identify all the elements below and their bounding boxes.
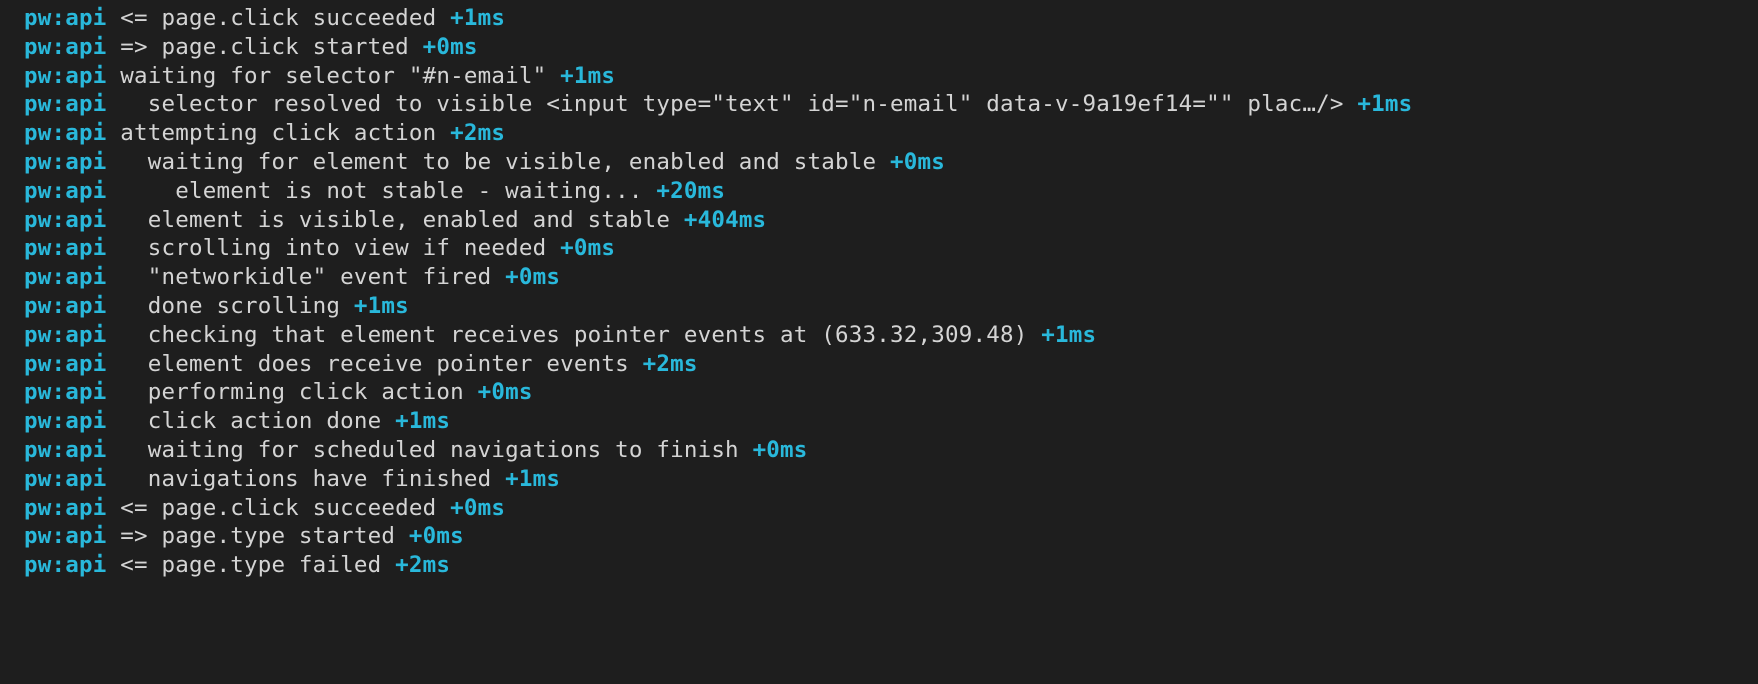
log-timing: +404ms <box>684 207 766 233</box>
log-timing: +0ms <box>450 495 505 521</box>
log-message: attempting click action <box>106 120 450 146</box>
log-message: click action done <box>106 408 395 434</box>
log-line: pw:api waiting for scheduled navigations… <box>24 436 1758 465</box>
log-line: pw:api done scrolling +1ms <box>24 292 1758 321</box>
log-message: done scrolling <box>106 293 353 319</box>
log-line: pw:api <= page.click succeeded +0ms <box>24 494 1758 523</box>
log-prefix: pw:api <box>24 379 106 405</box>
log-timing: +20ms <box>656 178 725 204</box>
log-prefix: pw:api <box>24 523 106 549</box>
log-timing: +0ms <box>478 379 533 405</box>
log-line: pw:api => page.click started +0ms <box>24 33 1758 62</box>
log-line: pw:api element does receive pointer even… <box>24 350 1758 379</box>
log-message: <= page.type failed <box>106 552 395 578</box>
log-prefix: pw:api <box>24 408 106 434</box>
log-prefix: pw:api <box>24 34 106 60</box>
log-prefix: pw:api <box>24 351 106 377</box>
log-timing: +2ms <box>643 351 698 377</box>
log-prefix: pw:api <box>24 552 106 578</box>
log-line: pw:api navigations have finished +1ms <box>24 465 1758 494</box>
log-line: pw:api => page.type started +0ms <box>24 522 1758 551</box>
log-prefix: pw:api <box>24 437 106 463</box>
log-prefix: pw:api <box>24 466 106 492</box>
log-line: pw:api <= page.type failed +2ms <box>24 551 1758 580</box>
log-message: waiting for scheduled navigations to fin… <box>106 437 752 463</box>
log-line: pw:api "networkidle" event fired +0ms <box>24 263 1758 292</box>
log-line: pw:api element is visible, enabled and s… <box>24 206 1758 235</box>
log-line: pw:api checking that element receives po… <box>24 321 1758 350</box>
log-message: scrolling into view if needed <box>106 235 560 261</box>
log-line: pw:api element is not stable - waiting..… <box>24 177 1758 206</box>
log-timing: +0ms <box>409 523 464 549</box>
log-message: element is not stable - waiting... <box>106 178 656 204</box>
log-line: pw:api attempting click action +2ms <box>24 119 1758 148</box>
log-prefix: pw:api <box>24 322 106 348</box>
log-prefix: pw:api <box>24 293 106 319</box>
log-message: element is visible, enabled and stable <box>106 207 683 233</box>
log-line: pw:api click action done +1ms <box>24 407 1758 436</box>
log-line: pw:api selector resolved to visible <inp… <box>24 90 1758 119</box>
log-timing: +0ms <box>505 264 560 290</box>
log-timing: +0ms <box>890 149 945 175</box>
log-prefix: pw:api <box>24 91 106 117</box>
log-message: navigations have finished <box>106 466 505 492</box>
log-message: selector resolved to visible <input type… <box>106 91 1357 117</box>
log-message: "networkidle" event fired <box>106 264 505 290</box>
log-timing: +1ms <box>560 63 615 89</box>
log-timing: +1ms <box>1041 322 1096 348</box>
log-prefix: pw:api <box>24 235 106 261</box>
log-message: element does receive pointer events <box>106 351 642 377</box>
log-message: => page.click started <box>106 34 422 60</box>
log-timing: +1ms <box>354 293 409 319</box>
log-timing: +1ms <box>505 466 560 492</box>
log-prefix: pw:api <box>24 178 106 204</box>
log-prefix: pw:api <box>24 207 106 233</box>
log-prefix: pw:api <box>24 149 106 175</box>
log-timing: +1ms <box>1357 91 1412 117</box>
log-timing: +0ms <box>560 235 615 261</box>
log-line: pw:api waiting for selector "#n-email" +… <box>24 62 1758 91</box>
log-prefix: pw:api <box>24 120 106 146</box>
log-line: pw:api <= page.click succeeded +1ms <box>24 4 1758 33</box>
log-message: checking that element receives pointer e… <box>106 322 1041 348</box>
log-message: performing click action <box>106 379 477 405</box>
log-timing: +2ms <box>450 120 505 146</box>
log-prefix: pw:api <box>24 63 106 89</box>
log-message: <= page.click succeeded <box>106 495 450 521</box>
log-prefix: pw:api <box>24 5 106 31</box>
log-timing: +0ms <box>423 34 478 60</box>
log-timing: +1ms <box>450 5 505 31</box>
terminal-output[interactable]: pw:api <= page.click succeeded +1mspw:ap… <box>0 0 1758 580</box>
log-line: pw:api performing click action +0ms <box>24 378 1758 407</box>
log-line: pw:api scrolling into view if needed +0m… <box>24 234 1758 263</box>
log-timing: +1ms <box>395 408 450 434</box>
log-line: pw:api waiting for element to be visible… <box>24 148 1758 177</box>
log-message: waiting for selector "#n-email" <box>106 63 560 89</box>
log-message: <= page.click succeeded <box>106 5 450 31</box>
log-timing: +2ms <box>395 552 450 578</box>
log-timing: +0ms <box>753 437 808 463</box>
log-message: => page.type started <box>106 523 408 549</box>
log-message: waiting for element to be visible, enabl… <box>106 149 890 175</box>
log-prefix: pw:api <box>24 495 106 521</box>
log-prefix: pw:api <box>24 264 106 290</box>
